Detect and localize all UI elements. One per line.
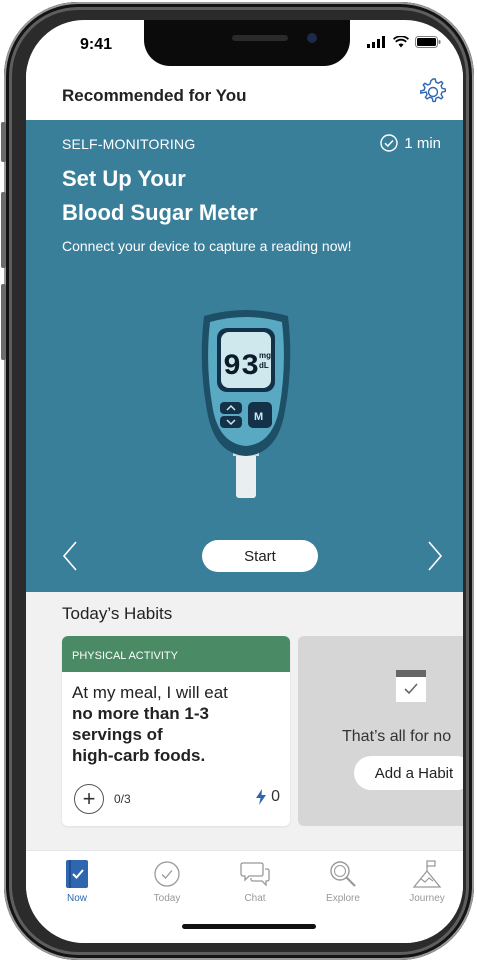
next-arrow-icon[interactable] [423,540,445,572]
lightning-icon [256,789,267,805]
habit-text-bold-3: high-carb foods. [72,746,206,765]
title-line-1: Set Up Your [62,166,186,191]
tab-chat[interactable]: Chat [222,859,288,904]
chat-icon [240,862,270,887]
habits-title: Today’s Habits [62,604,173,623]
tab-today[interactable]: Today [134,859,200,904]
meter-m-button-label: M [254,411,263,423]
header: Recommended for You [26,66,463,122]
battery-icon [415,36,441,48]
check-circle-icon [154,861,180,887]
tab-journey-label: Journey [409,893,445,904]
streak-count: 0 [271,788,280,805]
tab-journey[interactable]: Journey [394,859,460,904]
recommendation-subtitle: Connect your device to capture a reading… [62,238,352,254]
tab-bar: Now Today Chat Explore Journey [26,850,463,943]
duration-text: 1 min [404,134,441,152]
empty-habit-card: That’s all for no Add a Habit [298,636,463,826]
glucose-meter-illustration: 93 mg dL M [201,310,291,498]
habit-text-plain: At my meal, I will eat [72,683,228,702]
now-icon [66,860,88,888]
speaker [232,35,288,41]
tab-now[interactable]: Now [44,859,110,904]
tab-today-label: Today [153,893,181,904]
duration-badge: 1 min [380,134,441,152]
mountain-flag-icon [412,860,442,888]
recommendation-card[interactable]: SELF-MONITORING 1 min Set Up Your Blood … [26,120,463,592]
recommendation-category: SELF-MONITORING [62,136,196,152]
wifi-icon [393,36,409,48]
habit-streak: 0 [255,788,280,806]
start-button[interactable]: Start [202,540,318,572]
mute-switch [1,122,6,162]
meter-unit-bottom: dL [259,361,269,370]
meter-unit-top: mg [259,351,271,360]
signal-icon [367,36,385,48]
front-camera [307,33,317,43]
volume-down-button [1,284,6,360]
title-line-2: Blood Sugar Meter [62,200,258,225]
tab-chat-label: Chat [244,893,266,904]
meter-reading: 93 [223,350,259,384]
habits-section: Today’s Habits PHYSICAL ACTIVITY At my m… [26,592,463,850]
plus-icon[interactable]: + [74,784,104,814]
habit-progress: 0/3 [114,792,131,806]
tab-explore[interactable]: Explore [310,859,376,904]
add-habit-button[interactable]: Add a Habit [354,756,463,790]
gear-icon[interactable] [417,76,449,108]
habit-text-bold-2: servings of [72,725,163,744]
screen: 9:41 Recommended for You SELF-MONITORING… [26,20,463,943]
habit-text-bold-1: no more than 1-3 [72,704,209,723]
phone-frame: 9:41 Recommended for You SELF-MONITORING… [1,2,474,960]
notch [144,20,350,66]
habit-category: PHYSICAL ACTIVITY [62,636,290,672]
habit-text: At my meal, I will eat no more than 1-3 … [62,672,290,766]
system-icons [367,36,441,48]
habit-footer: + 0/3 0 [74,784,280,814]
habit-card[interactable]: PHYSICAL ACTIVITY At my meal, I will eat… [62,636,290,826]
recommendation-title: Set Up Your Blood Sugar Meter [62,162,258,230]
tab-explore-label: Explore [326,893,360,904]
search-icon [330,861,356,887]
calendar-check-icon [396,670,426,702]
status-time: 9:41 [80,36,113,53]
tab-now-label: Now [66,893,87,904]
check-circle-icon [380,134,399,152]
page-title: Recommended for You [62,86,247,105]
volume-up-button [1,192,6,268]
previous-arrow-icon[interactable] [60,540,82,572]
all-done-message: That’s all for no [342,728,452,745]
home-indicator[interactable] [182,924,316,929]
